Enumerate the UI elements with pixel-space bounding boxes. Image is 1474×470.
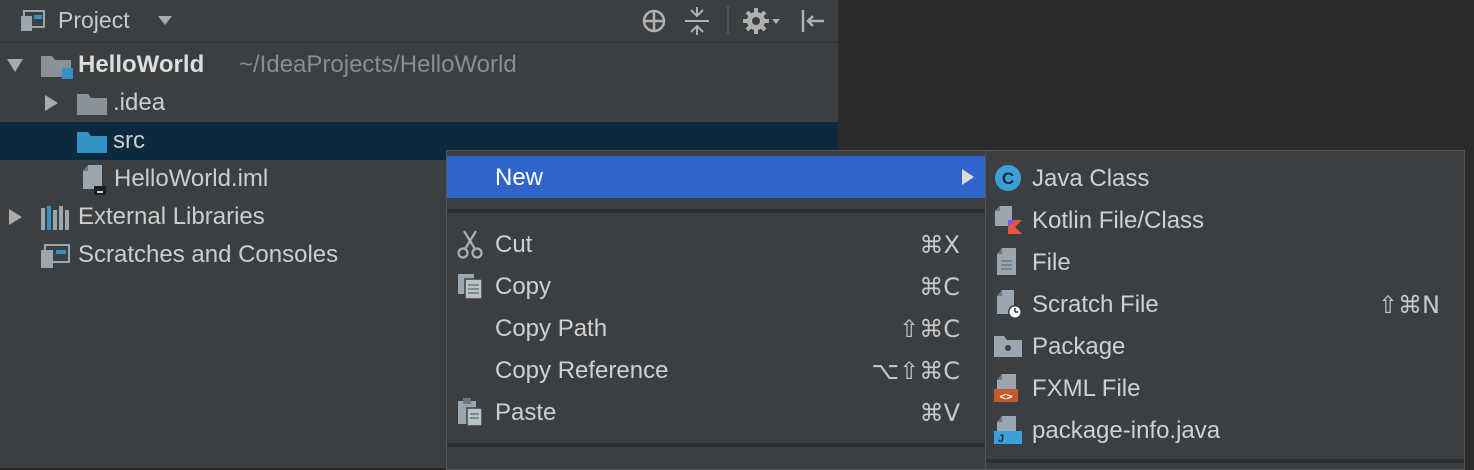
- submenu-item-fxml-file[interactable]: <> FXML File: [986, 367, 1464, 409]
- submenu-item-label: package-info.java: [1032, 417, 1221, 444]
- package-info-icon: J: [994, 416, 1022, 445]
- tree-node-label: .idea: [113, 89, 166, 116]
- svg-text:J: J: [998, 433, 1004, 445]
- submenu-item-label: FXML File: [1032, 375, 1141, 402]
- scratch-file-icon: [997, 290, 1022, 319]
- menu-separator: [986, 459, 1464, 463]
- submenu-item-scratch-file[interactable]: Scratch File ⇧⌘N: [986, 283, 1464, 325]
- toolbar-separator: [727, 6, 729, 34]
- locate-icon[interactable]: [639, 6, 669, 36]
- package-icon: [994, 336, 1022, 357]
- expand-arrow-icon[interactable]: [45, 95, 58, 111]
- shortcut-label: ⌘X: [919, 231, 960, 259]
- submenu-arrow-icon: [962, 169, 974, 185]
- submenu-item-kotlin[interactable]: Kotlin File/Class: [986, 199, 1464, 241]
- tree-node-label: Scratches and Consoles: [78, 241, 339, 268]
- shortcut-label: ⌘V: [919, 399, 960, 427]
- source-folder-icon: [77, 132, 107, 153]
- hide-icon[interactable]: [798, 6, 828, 36]
- expand-arrow-icon[interactable]: [7, 59, 23, 72]
- scissors-icon: [457, 230, 483, 259]
- tree-node-idea[interactable]: .idea: [0, 84, 838, 122]
- folder-icon: [77, 94, 107, 115]
- file-icon: [997, 248, 1016, 275]
- shortcut-label: ⇧⌘N: [1377, 291, 1440, 319]
- context-menu: New Cut ⌘X Copy ⌘C Copy Path ⇧⌘C Copy Re…: [446, 150, 986, 470]
- menu-item-label: Paste: [495, 399, 557, 426]
- menu-item-paste[interactable]: Paste ⌘V: [447, 391, 986, 433]
- copy-icon: [458, 274, 483, 300]
- tree-node-label: src: [113, 127, 145, 154]
- paste-icon: [458, 398, 483, 427]
- menu-item-new[interactable]: New: [447, 156, 986, 198]
- shortcut-label: ⌥⇧⌘C: [871, 357, 960, 385]
- menu-item-label: Copy Reference: [495, 357, 669, 384]
- menu-item-label: Copy Path: [495, 315, 608, 342]
- submenu-item-label: Java Class: [1032, 165, 1150, 192]
- kotlin-icon: [995, 206, 1022, 234]
- menu-item-copy-path[interactable]: Copy Path ⇧⌘C: [447, 307, 986, 349]
- submenu-item-file[interactable]: File: [986, 241, 1464, 283]
- menu-item-label: New: [495, 164, 544, 191]
- submenu-item-label: Scratch File: [1032, 291, 1159, 318]
- collapse-all-icon[interactable]: [682, 6, 712, 36]
- expand-arrow-icon[interactable]: [9, 209, 22, 225]
- project-path: ~/IdeaProjects/HelloWorld: [239, 51, 517, 78]
- gear-icon[interactable]: [742, 6, 782, 36]
- submenu-item-package[interactable]: Package: [986, 325, 1464, 367]
- menu-item-copy-reference[interactable]: Copy Reference ⌥⇧⌘C: [447, 349, 986, 391]
- project-view-selector[interactable]: Project: [58, 7, 130, 34]
- menu-item-copy[interactable]: Copy ⌘C: [447, 265, 986, 307]
- fxml-icon: <>: [994, 374, 1018, 403]
- shortcut-label: ⌘C: [919, 273, 960, 301]
- submenu-item-label: Package: [1032, 333, 1126, 360]
- submenu-item-java-class[interactable]: C Java Class: [986, 157, 1464, 199]
- menu-item-label: Copy: [495, 273, 552, 300]
- submenu-item-package-info[interactable]: J package-info.java: [986, 409, 1464, 451]
- libraries-icon: [41, 206, 69, 230]
- submenu-item-label: File: [1032, 249, 1071, 276]
- tree-node-label: External Libraries: [78, 203, 265, 230]
- submenu-item-label: Kotlin File/Class: [1032, 207, 1205, 234]
- menu-separator: [447, 443, 986, 447]
- tree-node-label: HelloWorld.iml: [114, 165, 269, 192]
- new-submenu: C Java Class Kotlin File/Class File Scra…: [985, 150, 1465, 470]
- project-name: HelloWorld: [78, 51, 205, 78]
- project-icon: [21, 10, 45, 31]
- svg-text:C: C: [1002, 169, 1014, 188]
- java-class-icon: C: [995, 165, 1021, 191]
- tree-node-root[interactable]: HelloWorld ~/IdeaProjects/HelloWorld: [0, 46, 838, 84]
- chevron-down-icon[interactable]: [158, 16, 172, 25]
- shortcut-label: ⇧⌘C: [899, 315, 960, 343]
- menu-separator: [447, 209, 986, 213]
- menu-item-cut[interactable]: Cut ⌘X: [447, 223, 986, 265]
- svg-text:<>: <>: [999, 390, 1013, 403]
- file-icon: [83, 165, 106, 195]
- menu-item-label: Cut: [495, 231, 533, 258]
- project-header: Project: [0, 0, 838, 43]
- module-icon: [41, 56, 73, 79]
- scratches-icon: [41, 244, 70, 268]
